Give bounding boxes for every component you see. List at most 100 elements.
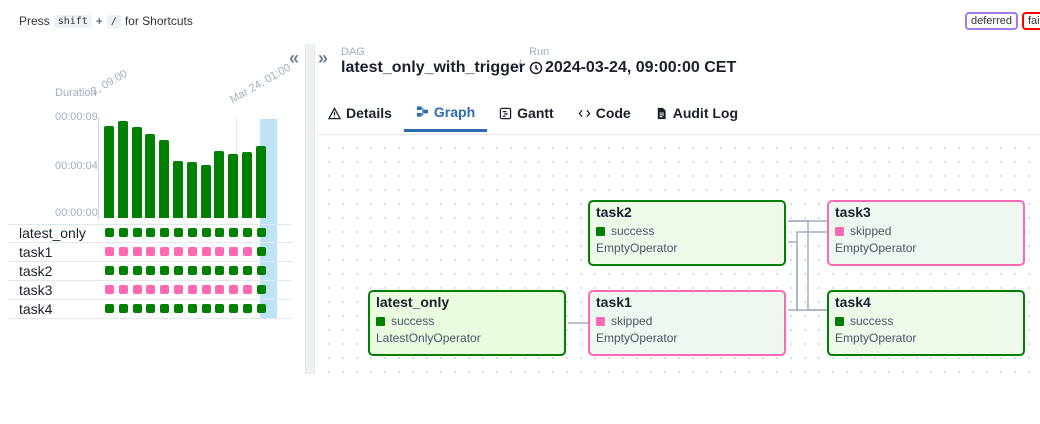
expand-details-icon[interactable]: » (318, 48, 328, 69)
tab-graph-label: Graph (433, 103, 476, 120)
legend-failed-badge[interactable]: fai (1022, 12, 1040, 30)
task-instance-cell-skipped[interactable] (187, 285, 197, 294)
task-instance-cell-skipped[interactable] (105, 247, 114, 256)
task-instance-cell-skipped[interactable] (105, 285, 114, 294)
task-instance-cell-skipped[interactable] (160, 247, 170, 256)
task-instance-cell-success[interactable] (132, 228, 142, 237)
task-instance-cell-success[interactable] (105, 266, 114, 275)
task-instance-cell-skipped[interactable] (215, 285, 225, 294)
task-instance-cell-skipped[interactable] (243, 247, 252, 256)
task-instance-cell-skipped[interactable] (201, 285, 211, 294)
task-instance-cell-success[interactable] (118, 228, 128, 237)
task-instance-cell-success[interactable] (229, 228, 239, 237)
task-instance-cell-success[interactable] (174, 266, 183, 275)
dag-id-breadcrumb[interactable]: latest_only_with_trigger (341, 59, 525, 77)
graph-node-latest-only[interactable]: latest_only success LatestOnlyOperator (368, 290, 566, 356)
node-operator: EmptyOperator (596, 241, 678, 255)
skipped-state-icon (596, 316, 605, 326)
task-instance-cell-success[interactable] (201, 228, 211, 237)
task-instance-cell-success[interactable] (160, 304, 170, 313)
grid-task-latest-only[interactable]: latest_only (19, 225, 86, 241)
task-instance-cell-success[interactable] (256, 228, 266, 237)
task-instance-cell-skipped[interactable] (174, 247, 183, 256)
run-id-breadcrumb[interactable]: 2024-03-24, 09:00:00 CET (529, 59, 736, 77)
task-instance-cell-success[interactable] (105, 304, 114, 313)
task-instance-cell-skipped[interactable] (132, 247, 142, 256)
task-instance-cell-success[interactable] (229, 304, 239, 313)
panel-resize-handle[interactable] (305, 44, 315, 374)
task-instance-cell-skipped[interactable] (229, 285, 239, 294)
duration-bar[interactable] (186, 162, 197, 218)
duration-bar[interactable] (173, 161, 183, 218)
task-instance-cell-skipped[interactable] (243, 285, 252, 294)
task-instance-cell-success[interactable] (187, 266, 197, 275)
task-instance-cell-success[interactable] (229, 266, 239, 275)
tab-audit-log[interactable]: Audit Log (643, 94, 750, 132)
task-instance-cell-success[interactable] (146, 304, 156, 313)
grid-task-task1[interactable]: task1 (19, 244, 52, 260)
task-instance-cell-skipped[interactable] (201, 247, 211, 256)
tab-details[interactable]: Details (316, 94, 404, 132)
tab-code[interactable]: Code (566, 94, 643, 132)
task-instance-cell-success[interactable] (118, 304, 128, 313)
duration-bar[interactable] (117, 121, 128, 218)
task-instance-cell-success[interactable] (201, 266, 211, 275)
task-instance-cell-skipped[interactable] (118, 285, 128, 294)
task-instance-cell-success[interactable] (132, 304, 142, 313)
task-instance-cell-skipped[interactable] (146, 247, 156, 256)
task-instance-cell-success[interactable] (132, 266, 142, 275)
graph-node-task4[interactable]: task4 success EmptyOperator (827, 290, 1025, 356)
task-instance-cell-success[interactable] (215, 228, 225, 237)
task-instance-cell-skipped[interactable] (146, 285, 156, 294)
task-instance-cell-success[interactable] (243, 228, 252, 237)
task-instance-cell-skipped[interactable] (132, 285, 142, 294)
duration-bar[interactable] (228, 153, 239, 218)
graph-node-task1[interactable]: task1 skipped EmptyOperator (588, 290, 786, 356)
task-instance-cell-success[interactable] (215, 304, 225, 313)
tab-gantt[interactable]: Gantt (487, 94, 566, 132)
task-instance-cell-skipped[interactable] (215, 247, 225, 256)
task-instance-cell-skipped[interactable] (118, 247, 128, 256)
task-instance-cell-success[interactable] (256, 266, 266, 275)
dag-graph-canvas[interactable]: task2 success EmptyOperator task3 skippe… (316, 135, 1040, 373)
task-instance-cell-skipped[interactable] (187, 247, 197, 256)
graph-node-task2[interactable]: task2 success EmptyOperator (588, 200, 786, 266)
task-instance-cell-success[interactable] (215, 266, 225, 275)
task-instance-cell-success[interactable] (256, 247, 266, 256)
collapse-grid-icon[interactable]: « (289, 48, 299, 69)
task-instance-cell-skipped[interactable] (174, 285, 183, 294)
task-instance-cell-success[interactable] (118, 266, 128, 275)
task-instance-cell-success[interactable] (146, 266, 156, 275)
duration-bar[interactable] (242, 152, 252, 218)
duration-bar[interactable] (214, 151, 225, 218)
task-instance-cell-success[interactable] (243, 266, 252, 275)
grid-task-task3[interactable]: task3 (19, 282, 52, 298)
task-instance-cell-success[interactable] (187, 304, 197, 313)
grid-task-task2[interactable]: task2 (19, 263, 52, 279)
graph-node-task3[interactable]: task3 skipped EmptyOperator (827, 200, 1025, 266)
task-instance-cell-success[interactable] (187, 228, 197, 237)
task-instance-cell-success[interactable] (256, 285, 266, 294)
task-instance-cell-success[interactable] (146, 228, 156, 237)
tab-details-label: Details (346, 105, 392, 121)
duration-bar[interactable] (131, 126, 142, 218)
tab-graph[interactable]: Graph (403, 94, 488, 132)
task-instance-cell-skipped[interactable] (229, 247, 239, 256)
task-instance-cell-success[interactable] (160, 266, 170, 275)
grid-task-task4[interactable]: task4 (19, 301, 52, 317)
duration-bar[interactable] (104, 125, 114, 218)
task-instance-cell-skipped[interactable] (160, 285, 170, 294)
duration-bar[interactable] (145, 133, 156, 218)
task-instance-cell-success[interactable] (201, 304, 211, 313)
duration-bar[interactable] (159, 140, 170, 218)
task-instance-cell-success[interactable] (174, 304, 183, 313)
duration-bar[interactable] (200, 164, 211, 218)
task-instance-cell-success[interactable] (160, 228, 170, 237)
task-instance-cell-success[interactable] (105, 228, 114, 237)
duration-bar[interactable] (255, 145, 266, 218)
node-state-label: skipped (850, 224, 892, 238)
legend-deferred-badge[interactable]: deferred (965, 12, 1018, 30)
task-instance-cell-success[interactable] (256, 304, 266, 313)
task-instance-cell-success[interactable] (174, 228, 183, 237)
task-instance-cell-success[interactable] (243, 304, 252, 313)
